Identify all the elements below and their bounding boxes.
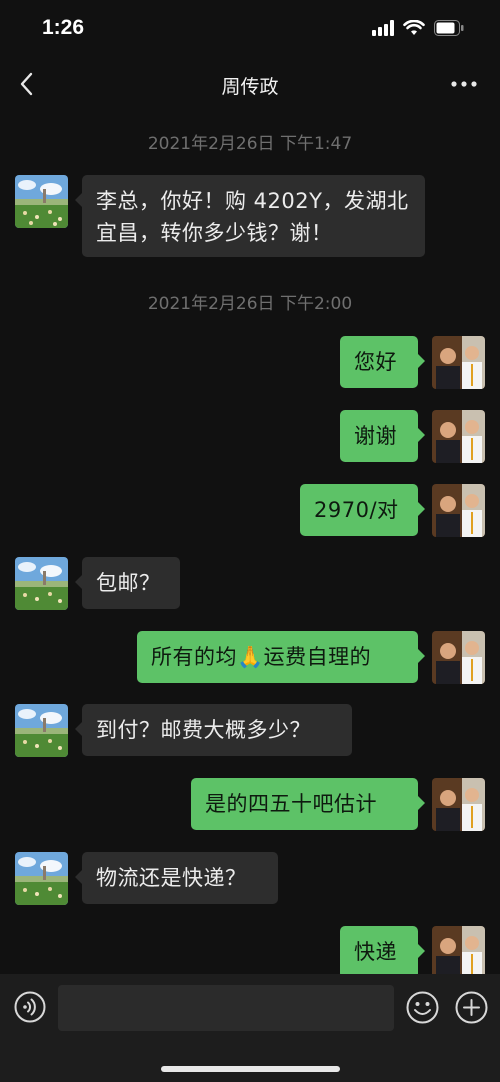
my-avatar[interactable] bbox=[432, 926, 485, 974]
avatar-landscape-image bbox=[15, 704, 68, 757]
contact-name: 周传政 bbox=[221, 76, 279, 98]
avatar-photo-image bbox=[432, 631, 485, 684]
avatar-photo-image bbox=[432, 926, 485, 974]
smiley-icon bbox=[406, 991, 439, 1024]
message-bubble[interactable]: 所有的均🙏运费自理的 bbox=[137, 631, 425, 683]
avatar-landscape-image bbox=[15, 175, 68, 228]
message-bubble[interactable]: 包邮？ bbox=[75, 557, 180, 609]
avatar-photo-image bbox=[432, 778, 485, 831]
timestamp: 2021年2月26日 下午1:47 bbox=[147, 134, 353, 154]
ellipsis-icon bbox=[451, 81, 477, 87]
message-bubble[interactable]: 到付？邮费大概多少？ bbox=[75, 704, 352, 756]
contact-avatar[interactable] bbox=[15, 704, 68, 757]
my-avatar[interactable] bbox=[432, 410, 485, 463]
home-indicator[interactable] bbox=[161, 1066, 340, 1072]
message-bubble[interactable]: 快递 bbox=[340, 926, 425, 974]
status-bar: 1:26 bbox=[0, 0, 500, 52]
contact-avatar[interactable] bbox=[15, 557, 68, 610]
message-bubble[interactable]: 2970/对 bbox=[300, 484, 425, 536]
composer-bar bbox=[0, 974, 500, 1082]
my-avatar[interactable] bbox=[432, 484, 485, 537]
chat-header: 周传政 bbox=[0, 52, 500, 114]
avatar-landscape-image bbox=[15, 557, 68, 610]
avatar-photo-image bbox=[432, 484, 485, 537]
status-icons bbox=[372, 19, 464, 40]
message-bubble[interactable]: 您好 bbox=[340, 336, 425, 388]
battery-icon bbox=[434, 20, 464, 40]
timestamp: 2021年2月26日 下午2:00 bbox=[147, 294, 353, 314]
contact-avatar[interactable] bbox=[15, 852, 68, 905]
signal-icon bbox=[372, 20, 394, 40]
my-avatar[interactable] bbox=[432, 631, 485, 684]
message-bubble[interactable]: 谢谢 bbox=[340, 410, 425, 462]
contact-avatar[interactable] bbox=[15, 175, 68, 228]
more-actions-button[interactable] bbox=[455, 991, 488, 1024]
message-bubble[interactable]: 是的四五十吧估计 bbox=[191, 778, 425, 830]
more-button[interactable] bbox=[448, 74, 480, 94]
avatar-photo-image bbox=[432, 336, 485, 389]
avatar-photo-image bbox=[432, 410, 485, 463]
message-bubble[interactable]: 物流还是快递？ bbox=[75, 852, 278, 904]
my-avatar[interactable] bbox=[432, 778, 485, 831]
message-input[interactable] bbox=[58, 985, 394, 1031]
plus-icon bbox=[455, 991, 488, 1024]
message-list[interactable]: 2021年2月26日 下午1:47 李总，你好！购 4202Y，发湖北宜昌，转你… bbox=[0, 114, 500, 974]
wifi-icon bbox=[403, 19, 425, 40]
avatar-landscape-image bbox=[15, 852, 68, 905]
voice-button[interactable] bbox=[14, 991, 46, 1023]
message-bubble[interactable]: 李总，你好！购 4202Y，发湖北宜昌，转你多少钱？谢！ bbox=[75, 175, 425, 257]
my-avatar[interactable] bbox=[432, 336, 485, 389]
voice-icon bbox=[14, 991, 46, 1023]
status-time: 1:26 bbox=[42, 16, 85, 39]
emoji-button[interactable] bbox=[406, 991, 439, 1024]
